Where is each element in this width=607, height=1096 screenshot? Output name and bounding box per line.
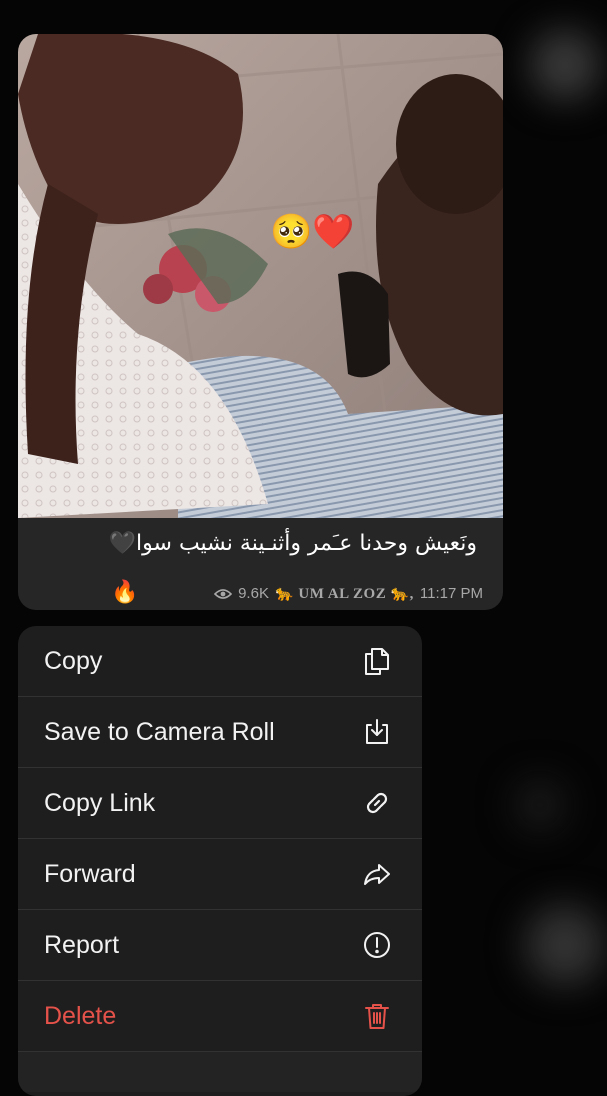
context-menu: Copy Save to Camera Roll Copy Link Forwa… — [18, 626, 422, 1096]
photo-overlay-emoji: 🥺❤️ — [270, 213, 355, 251]
forward-arrow-icon — [360, 857, 394, 891]
menu-item-label: Forward — [44, 859, 136, 888]
author-signature: 🐆 UM AL ZOZ 🐆, — [274, 586, 414, 602]
message-meta: 9.6K 🐆 UM AL ZOZ 🐆, 11:17 PM — [214, 584, 483, 603]
message-footer: 🔥 9.6K 🐆 UM AL ZOZ 🐆, 11:17 PM — [18, 574, 503, 610]
menu-item-report[interactable]: Report — [18, 910, 422, 981]
menu-item-delete[interactable]: Delete — [18, 981, 422, 1052]
report-exclamation-icon — [360, 928, 394, 962]
copy-icon — [360, 644, 394, 678]
background-blur — [530, 30, 600, 100]
menu-item-label: Delete — [44, 1001, 117, 1030]
save-download-icon — [360, 715, 394, 749]
menu-spacer — [18, 1052, 422, 1092]
menu-item-save-to-camera-roll[interactable]: Save to Camera Roll — [18, 697, 422, 768]
menu-item-copy[interactable]: Copy — [18, 626, 422, 697]
fire-emoji: 🔥 — [111, 579, 139, 604]
menu-item-label: Report — [44, 930, 120, 959]
link-icon — [360, 786, 394, 820]
background-blur — [515, 780, 565, 830]
menu-item-label: Copy Link — [44, 788, 156, 817]
eye-icon — [214, 588, 233, 599]
view-count: 9.6K — [238, 585, 269, 602]
trash-icon — [360, 999, 394, 1033]
message-photo[interactable]: 🥺❤️ — [18, 34, 503, 518]
menu-item-copy-link[interactable]: Copy Link — [18, 768, 422, 839]
message-time: 11:17 PM — [419, 585, 483, 602]
background-blur — [525, 905, 605, 985]
message-bubble[interactable]: 🥺❤️ ونَعيش وحدنا عـَمر وأثنـينة نشيب سوا… — [18, 34, 503, 610]
menu-item-label: Copy — [44, 646, 103, 675]
menu-item-forward[interactable]: Forward — [18, 839, 422, 910]
menu-item-label: Save to Camera Roll — [44, 717, 275, 746]
message-caption: ونَعيش وحدنا عـَمر وأثنـينة نشيب سوا🖤 — [108, 531, 477, 556]
